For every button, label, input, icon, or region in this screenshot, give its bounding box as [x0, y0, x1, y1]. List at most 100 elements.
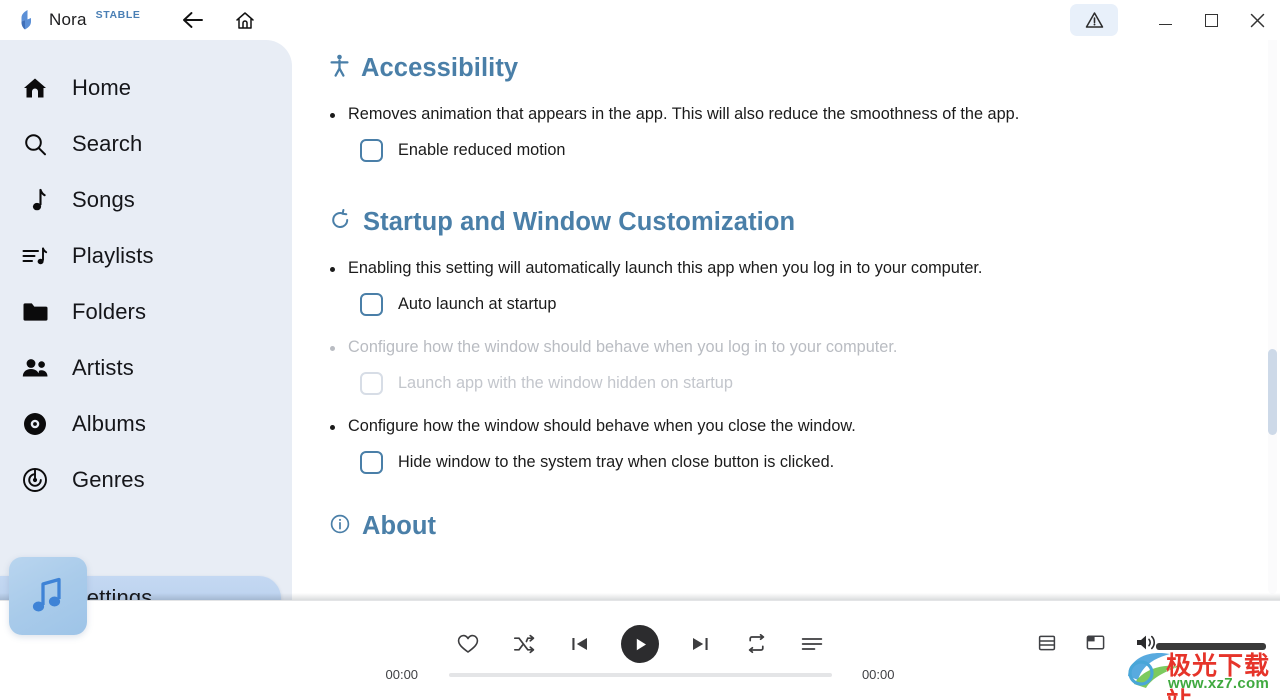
bullet-dot-icon [330, 113, 335, 118]
checkbox-enable-reduced-motion[interactable] [360, 139, 383, 162]
window-controls [1142, 0, 1280, 40]
minimize-icon [1158, 23, 1172, 26]
mini-player-button[interactable] [1086, 634, 1105, 651]
scrollbar-thumb[interactable] [1268, 349, 1277, 435]
seek-slider[interactable] [448, 672, 832, 677]
skip-next-icon [693, 638, 708, 650]
album-art-placeholder[interactable] [9, 557, 87, 635]
setting-description: Enabling this setting will automatically… [348, 259, 983, 277]
sidebar-item-artists[interactable]: Artists [0, 346, 292, 390]
back-button[interactable] [180, 7, 206, 33]
checkbox-label: Hide window to the system tray when clos… [398, 453, 835, 471]
home-icon [18, 76, 52, 100]
music-note-icon [18, 188, 52, 213]
setting-description: Configure how the window should behave w… [348, 417, 856, 435]
info-icon [330, 514, 350, 539]
title-bar: Nora STABLE [0, 0, 1280, 40]
setting-checkbox-row[interactable]: Auto launch at startup [360, 293, 1280, 316]
sidebar-item-albums[interactable]: Albums [0, 402, 292, 446]
warning-button[interactable] [1070, 4, 1118, 36]
close-icon [1250, 13, 1264, 27]
maximize-button[interactable] [1188, 0, 1234, 40]
checkbox-hide-to-system-tray[interactable] [360, 451, 383, 474]
repeat-icon [748, 634, 764, 654]
navigation-buttons [180, 7, 258, 33]
queue-button[interactable] [797, 629, 827, 659]
seek-row: 00:00 00:00 [0, 667, 1280, 682]
section-title: Startup and Window Customization [363, 208, 796, 236]
shuffle-button[interactable] [509, 629, 539, 659]
heart-icon [457, 634, 479, 653]
setting-checkbox-row[interactable]: Hide window to the system tray when clos… [360, 451, 1280, 474]
content-scrollbar[interactable] [1268, 36, 1277, 594]
shuffle-icon [513, 634, 535, 654]
lyrics-button[interactable] [1038, 634, 1056, 652]
setting-description-row-disabled: Configure how the window should behave w… [330, 336, 1280, 358]
sidebar-item-label: Songs [72, 187, 135, 212]
next-button[interactable] [685, 629, 715, 659]
search-icon [18, 132, 52, 157]
skip-previous-icon [572, 638, 587, 650]
app-window: Nora STABLE Home Search Songs Playlists … [0, 0, 1280, 700]
section-header-accessibility: Accessibility [330, 54, 1280, 83]
bullet-dot-icon [330, 425, 335, 430]
home-icon [236, 11, 255, 29]
folder-icon [18, 301, 52, 323]
arrow-left-icon [183, 12, 204, 28]
home-button[interactable] [232, 7, 258, 33]
sidebar-item-search[interactable]: Search [0, 122, 292, 166]
bullet-dot-icon [330, 346, 335, 351]
setting-description-row: Configure how the window should behave w… [330, 415, 1280, 437]
play-button[interactable] [621, 625, 659, 663]
warning-triangle-icon [1085, 12, 1103, 28]
volume-icon [1137, 635, 1156, 650]
sidebar-item-label: Home [72, 75, 132, 100]
settings-content: Accessibility Removes animation that app… [292, 40, 1280, 600]
sidebar-item-label: Playlists [72, 243, 154, 268]
bullet-dot-icon [330, 267, 335, 272]
checkbox-label: Auto launch at startup [398, 295, 557, 313]
sidebar: Home Search Songs Playlists Folders Arti… [0, 40, 292, 620]
setting-checkbox-row[interactable]: Enable reduced motion [360, 139, 1280, 162]
people-icon [18, 357, 52, 379]
checkbox-auto-launch-at-startup[interactable] [360, 293, 383, 316]
section-header-about: About [330, 512, 1280, 541]
sidebar-item-home[interactable]: Home [0, 66, 292, 110]
checkbox-label: Launch app with the window hidden on sta… [398, 374, 733, 392]
sidebar-item-label: Folders [72, 299, 147, 324]
player-right-icons [1038, 633, 1157, 652]
genres-icon [18, 467, 52, 493]
favorite-button[interactable] [453, 629, 483, 659]
sidebar-item-songs[interactable]: Songs [0, 178, 292, 222]
player-shadow [0, 593, 1280, 600]
sidebar-item-label: Search [72, 131, 143, 156]
mini-player-icon [1086, 635, 1105, 650]
total-time: 00:00 [861, 667, 895, 682]
play-icon [636, 638, 646, 650]
checkbox-launch-hidden-on-startup [360, 372, 383, 395]
sidebar-item-label: Albums [72, 411, 146, 436]
sidebar-item-playlists[interactable]: Playlists [0, 234, 292, 278]
section-header-startup: Startup and Window Customization [330, 208, 1280, 237]
setting-description: Removes animation that appears in the ap… [348, 105, 1020, 123]
setting-description-row: Enabling this setting will automatically… [330, 257, 1280, 279]
nora-logo-icon [10, 5, 40, 35]
queue-list-icon [801, 638, 823, 650]
checkbox-label: Enable reduced motion [398, 141, 566, 159]
accessibility-icon [330, 54, 349, 83]
minimize-button[interactable] [1142, 0, 1188, 40]
previous-button[interactable] [565, 629, 595, 659]
setting-description: Configure how the window should behave w… [348, 338, 898, 356]
elapsed-time: 00:00 [385, 667, 419, 682]
sidebar-item-genres[interactable]: Genres [0, 458, 292, 502]
section-title: Accessibility [361, 54, 519, 82]
channel-badge: STABLE [95, 9, 141, 21]
app-title: Nora [49, 10, 87, 29]
volume-button[interactable] [1135, 633, 1157, 652]
setting-description-row: Removes animation that appears in the ap… [330, 103, 1280, 125]
close-button[interactable] [1234, 0, 1280, 40]
playlist-icon [18, 245, 52, 268]
sidebar-item-folders[interactable]: Folders [0, 290, 292, 334]
repeat-button[interactable] [741, 629, 771, 659]
